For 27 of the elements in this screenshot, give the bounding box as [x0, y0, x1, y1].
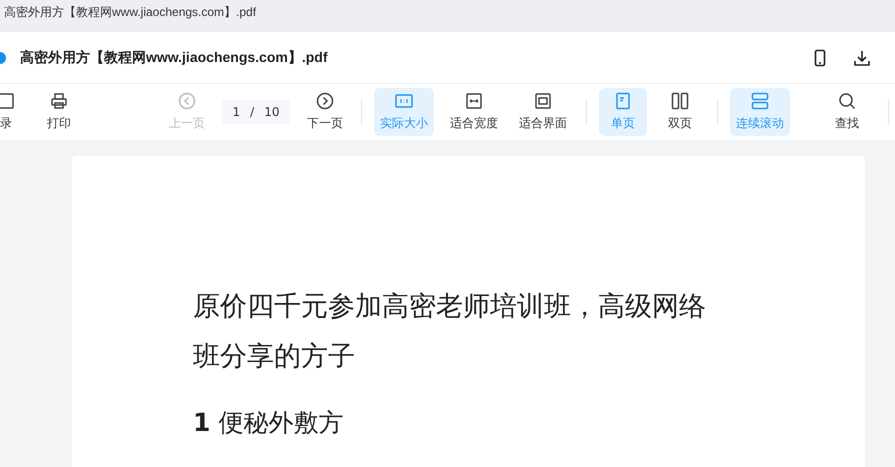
single-page-icon — [614, 92, 632, 110]
total-pages: 10 — [264, 105, 280, 119]
actual-size-icon — [395, 92, 413, 110]
page-separator: / — [250, 105, 254, 119]
document-title: 高密外用方【教程网www.jiaochengs.com】.pdf — [20, 48, 329, 66]
previous-icon — [178, 92, 196, 110]
page-indicator[interactable]: 1 / 10 — [222, 100, 290, 124]
search-icon — [838, 92, 856, 110]
continuous-scroll-icon — [751, 92, 769, 110]
panel-icon — [0, 92, 15, 110]
toolbar-button[interactable]: 查找 — [823, 88, 871, 136]
toolbar-button[interactable]: 录 — [0, 88, 30, 136]
download-icon[interactable] — [853, 48, 871, 66]
double-page-icon — [671, 92, 689, 110]
document-heading: 原价四千元参加高密老师培训班，高级网络班分享的方子 — [193, 290, 707, 374]
print-icon — [50, 92, 68, 110]
fit-width-icon — [465, 92, 483, 110]
current-page: 1 — [232, 105, 240, 119]
section-heading: 1 便秘外敷方 — [193, 407, 344, 439]
toolbar-button[interactable]: 双页 — [656, 88, 704, 136]
next-icon — [316, 92, 334, 110]
toolbar-button[interactable]: 打印 — [35, 88, 83, 136]
tab-title: 高密外用方【教程网www.jiaochengs.com】.pdf — [4, 4, 256, 21]
toolbar-button[interactable]: 适合宽度 — [444, 88, 504, 136]
fit-page-icon — [534, 92, 552, 110]
toolbar-button[interactable]: 下一页 — [301, 88, 349, 136]
toolbar-button[interactable]: 适合界面 — [513, 88, 573, 136]
